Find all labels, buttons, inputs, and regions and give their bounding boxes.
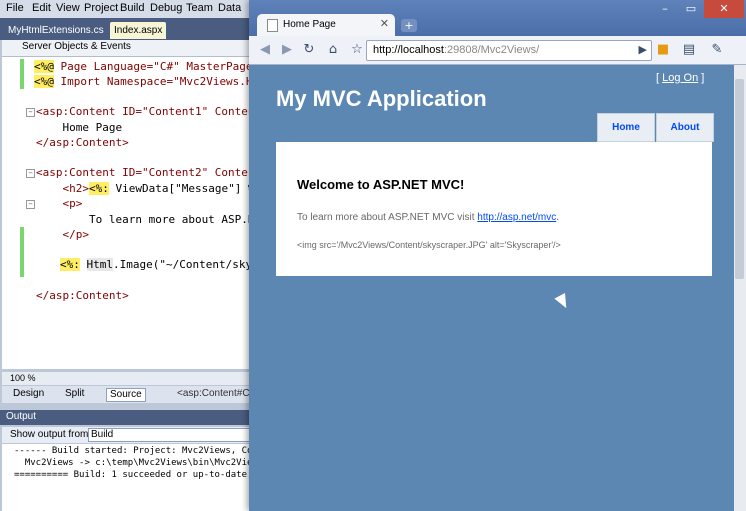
scrollbar-thumb[interactable] <box>735 79 744 279</box>
changed-lines-marker <box>20 227 24 277</box>
maximize-button[interactable]: ▭ <box>678 0 704 18</box>
zoom-bar: 100 % <box>2 372 250 385</box>
tab-myhtmlextensions[interactable]: MyHtmlExtensions.cs <box>4 22 108 39</box>
code-editor[interactable]: <%@ Page Language="C#" MasterPage <%@ Im… <box>2 57 250 369</box>
collapse-toggle-icon[interactable]: − <box>26 200 35 209</box>
browser-tab-title: Home Page <box>283 19 336 30</box>
nav-home-link[interactable]: Home <box>597 113 655 142</box>
show-output-label: Show output from: <box>10 429 92 440</box>
login-bracket: ] <box>698 72 705 84</box>
tab-close-icon[interactable]: ✕ <box>380 17 389 30</box>
code-token: .Image("~/Content/sky <box>113 258 250 271</box>
page-icon <box>267 19 278 32</box>
code-line: <%: Html.Image("~/Content/sky <box>60 258 250 271</box>
code-line: <asp:Content ID="Content1" Conten <box>36 105 250 118</box>
code-line: <asp:Content ID="Content2" Conter <box>36 166 250 179</box>
code-line: </p> <box>36 228 89 241</box>
site-title: My MVC Application <box>276 86 487 111</box>
output-line: Mvc2Views -> c:\temp\Mvc2Views\bin\Mvc2V… <box>14 458 250 468</box>
wrench-icon[interactable]: ✎ <box>707 41 727 59</box>
output-text: ------ Build started: Project: Mvc2Views… <box>2 444 250 511</box>
server-objects-label: Server Objects & Events <box>22 41 131 52</box>
collapse-toggle-icon[interactable]: − <box>26 169 35 178</box>
main-content: Welcome to ASP.NET MVC! To learn more ab… <box>276 142 712 276</box>
learn-more-period: . <box>556 212 559 223</box>
code-line: </asp:Content> <box>36 136 129 149</box>
url-host: http://localhost <box>373 44 444 56</box>
output-line: ========== Build: 1 succeeded or up-to-d… <box>14 470 250 480</box>
output-line: ------ Build started: Project: Mvc2Views… <box>14 446 250 456</box>
minimize-button[interactable]: – <box>652 0 678 18</box>
close-window-button[interactable]: ✕ <box>704 0 744 18</box>
menu-edit[interactable]: Edit <box>32 2 51 14</box>
log-on-link[interactable]: Log On <box>662 72 698 84</box>
vs-document-tabs: MyHtmlExtensions.cs Index.aspx <box>0 18 250 40</box>
page-scrollbar[interactable] <box>734 65 746 511</box>
address-bar[interactable]: http://localhost:29808/Mvc2Views/ ▶ <box>366 40 652 61</box>
menu-team[interactable]: Team <box>186 2 213 14</box>
split-view-button[interactable]: Split <box>62 388 87 400</box>
menu-build[interactable]: Build <box>120 2 144 14</box>
changed-lines-marker <box>20 59 24 89</box>
zoom-level[interactable]: 100 % <box>10 373 36 383</box>
tag-breadcrumb[interactable]: <asp:Content#Co <box>174 388 258 400</box>
output-toolbar: Show output from: Build <box>2 427 252 443</box>
code-line: <%@ Import Namespace="Mvc2Views.H <box>34 75 250 88</box>
view-mode-tabs: Design Split Source <asp:Content#Co <box>2 386 255 403</box>
learn-more-paragraph: To learn more about ASP.NET MVC visit ht… <box>297 212 559 223</box>
encoded-img-markup: <img src='/Mvc2Views/Content/skyscraper.… <box>297 240 561 250</box>
welcome-heading: Welcome to ASP.NET MVC! <box>297 177 465 192</box>
code-token: <%@ <box>34 60 54 73</box>
menu-project[interactable]: Project <box>84 2 118 14</box>
code-token: <%: <box>88 182 109 195</box>
go-icon[interactable]: ▶ <box>639 43 647 56</box>
nav-about-link[interactable]: About <box>656 113 714 142</box>
menu-file[interactable]: File <box>6 2 24 14</box>
chrome-window: – ▭ ✕ Home Page ✕ + ◀ ▶ ↻ ⌂ ☆ ■ ▤ ✎ http… <box>249 0 746 511</box>
collapse-toggle-icon[interactable]: − <box>26 108 35 117</box>
code-token: Html <box>86 258 113 271</box>
menu-view[interactable]: View <box>56 2 80 14</box>
output-title-text: Output <box>6 411 37 422</box>
back-icon[interactable]: ◀ <box>255 41 275 59</box>
url-text: http://localhost:29808/Mvc2Views/ <box>373 44 539 56</box>
code-token: <h2> <box>36 182 89 195</box>
login-display: [ Log On ] <box>656 72 704 84</box>
code-line: To learn more about ASP.N <box>36 213 250 226</box>
output-panel-title: Output <box>0 410 250 425</box>
url-path: :29808/Mvc2Views/ <box>443 44 540 56</box>
extension-icon[interactable]: ■ <box>653 41 673 59</box>
source-view-button[interactable]: Source <box>106 388 146 402</box>
star-icon[interactable]: ☆ <box>347 41 367 59</box>
forward-icon[interactable]: ▶ <box>277 41 297 59</box>
browser-tab-home[interactable]: Home Page ✕ <box>257 14 395 36</box>
code-line: <h2><%: ViewData["Message"] % <box>36 182 250 195</box>
reload-icon[interactable]: ↻ <box>299 41 319 59</box>
output-source-select[interactable]: Build <box>88 428 252 442</box>
code-line: <%@ Page Language="C#" MasterPage <box>34 60 250 73</box>
code-token: Import Namespace="Mvc2Views.H <box>53 75 250 88</box>
tab-index-aspx[interactable]: Index.aspx <box>110 22 167 39</box>
server-objects-dropdown[interactable]: Server Objects & Events <box>2 40 250 57</box>
code-token: <%: <box>60 258 80 271</box>
code-line: Home Page <box>36 121 123 134</box>
code-line: <p> <box>36 197 83 210</box>
page-menu-icon[interactable]: ▤ <box>679 41 699 59</box>
new-tab-button[interactable]: + <box>401 19 417 32</box>
code-line: </asp:Content> <box>36 289 129 302</box>
menu-debug[interactable]: Debug <box>150 2 182 14</box>
code-token: Page Language="C#" MasterPage <box>53 60 250 73</box>
menu-data[interactable]: Data <box>218 2 241 14</box>
home-icon[interactable]: ⌂ <box>323 41 343 59</box>
asp-net-mvc-link[interactable]: http://asp.net/mvc <box>477 212 556 223</box>
code-token: ViewData["Message"] % <box>108 182 250 195</box>
learn-more-text: To learn more about ASP.NET MVC visit <box>297 212 478 223</box>
code-token: <%@ <box>34 75 54 88</box>
design-view-button[interactable]: Design <box>10 388 47 400</box>
